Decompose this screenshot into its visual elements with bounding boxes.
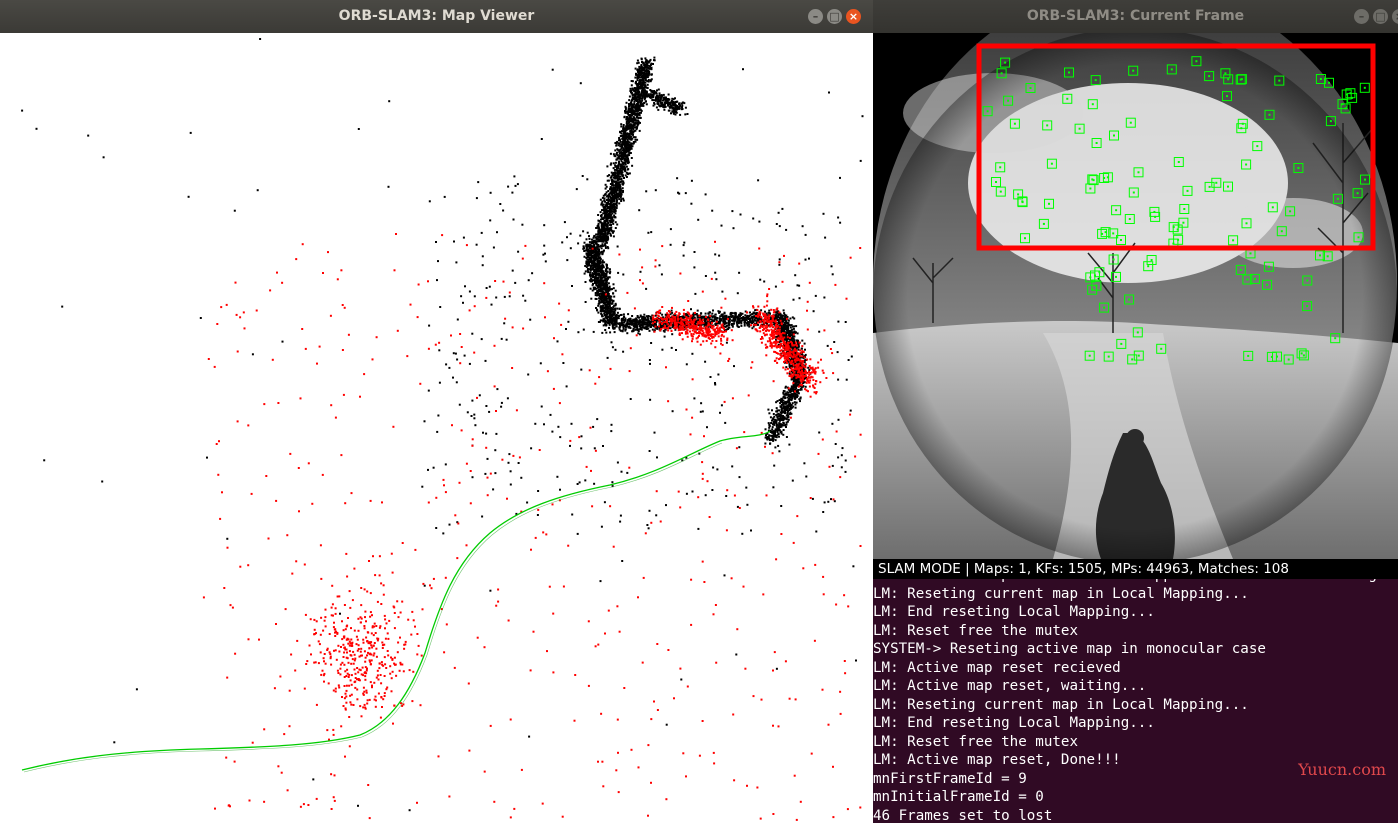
maximize-button[interactable]: □ [1373, 9, 1388, 24]
terminal-line: mnInitialFrameId = 0 [873, 789, 1044, 805]
fisheye-vignette [873, 33, 1397, 559]
close-button[interactable]: × [846, 9, 861, 24]
current-frame-window-controls: – □ × [1354, 9, 1398, 24]
slam-status-text: SLAM MODE | Maps: 1, KFs: 1505, MPs: 449… [878, 561, 1289, 577]
terminal-line: LM: End reseting Local Mapping... [873, 715, 1155, 731]
current-frame-title: ORB-SLAM3: Current Frame [1026, 8, 1245, 24]
terminal-line: LM: Reseting current map in Local Mappin… [873, 585, 1249, 602]
terminal-line: LM: Active map reset recieved [873, 659, 1121, 676]
terminal-line: TRACK: Reset map because local mapper se… [873, 579, 1377, 585]
map-background [0, 33, 873, 823]
close-button[interactable]: × [1392, 9, 1398, 24]
camera-frame-image [873, 33, 1398, 559]
terminal-line: LM: Reset free the mutex [873, 733, 1078, 750]
minimize-button[interactable]: – [1354, 9, 1369, 24]
terminal-line: LM: Active map reset, waiting... [873, 678, 1147, 694]
minimize-button[interactable]: – [808, 9, 823, 24]
terminal-line: LM: End reseting Local Mapping... [873, 604, 1155, 620]
map-viewer-titlebar[interactable]: ORB-SLAM3: Map Viewer – □ × [0, 0, 873, 34]
watermark: Yuucn.com [1298, 760, 1386, 779]
terminal-output[interactable]: TRACK: Reset map because local mapper se… [873, 579, 1398, 823]
current-frame-titlebar[interactable]: ORB-SLAM3: Current Frame – □ × [873, 0, 1398, 33]
maximize-button[interactable]: □ [827, 9, 842, 24]
terminal-lines: TRACK: Reset map because local mapper se… [873, 579, 1377, 823]
terminal-line: LM: Reset free the mutex [873, 622, 1078, 639]
map-viewer-window-controls: – □ × [808, 9, 861, 24]
slam-status-bar: SLAM MODE | Maps: 1, KFs: 1505, MPs: 449… [873, 559, 1398, 579]
terminal-line: 46 Frames set to lost [873, 807, 1053, 823]
map-viewer-title: ORB-SLAM3: Map Viewer [338, 8, 535, 24]
map-viewer-window: ORB-SLAM3: Map Viewer – □ × [0, 0, 873, 823]
terminal-line: LM: Reseting current map in Local Mappin… [873, 696, 1249, 713]
map-point-cloud-canvas[interactable] [0, 33, 873, 823]
terminal-line: SYSTEM-> Reseting active map in monocula… [873, 641, 1266, 657]
